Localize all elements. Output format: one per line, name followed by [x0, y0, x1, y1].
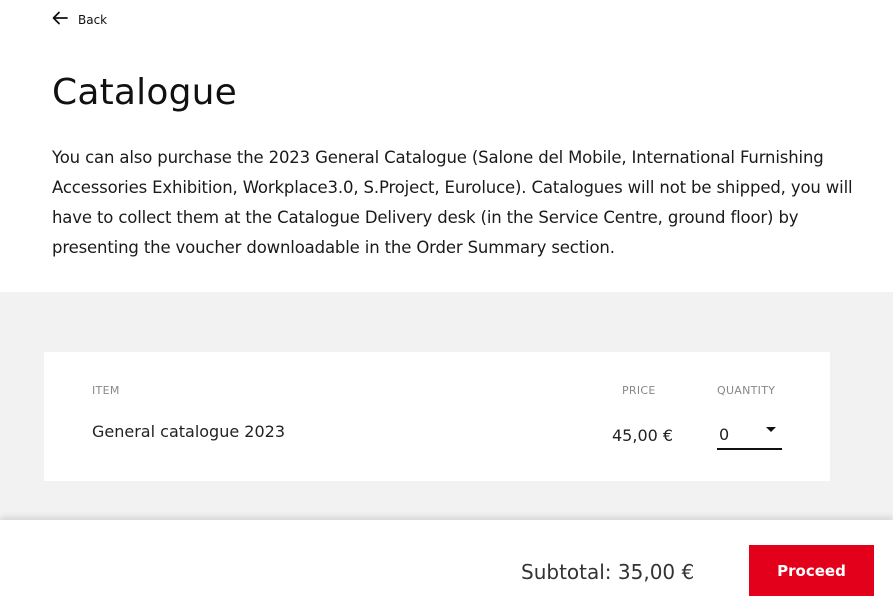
item-name: General catalogue 2023 — [92, 422, 285, 441]
column-header-quantity: QUANTITY — [717, 384, 776, 397]
checkout-footer: Subtotal: 35,00 € Proceed — [0, 520, 893, 603]
proceed-button[interactable]: Proceed — [749, 545, 874, 596]
back-link[interactable]: Back — [52, 9, 107, 27]
column-header-price: PRICE — [622, 384, 656, 397]
quantity-select[interactable]: 0 — [717, 420, 782, 450]
caret-down-icon — [766, 427, 776, 432]
quantity-value: 0 — [719, 425, 730, 444]
order-table: ITEM PRICE QUANTITY General catalogue 20… — [44, 352, 830, 481]
item-price: 45,00 € — [612, 426, 674, 445]
page-title: Catalogue — [52, 72, 238, 113]
arrow-left-icon — [52, 11, 68, 25]
catalogue-page: Back Catalogue You can also purchase the… — [0, 0, 893, 603]
back-label: Back — [78, 13, 108, 27]
catalogue-description: You can also purchase the 2023 General C… — [52, 148, 853, 257]
subtotal: Subtotal: 35,00 € — [521, 560, 695, 584]
column-header-item: ITEM — [92, 384, 120, 397]
